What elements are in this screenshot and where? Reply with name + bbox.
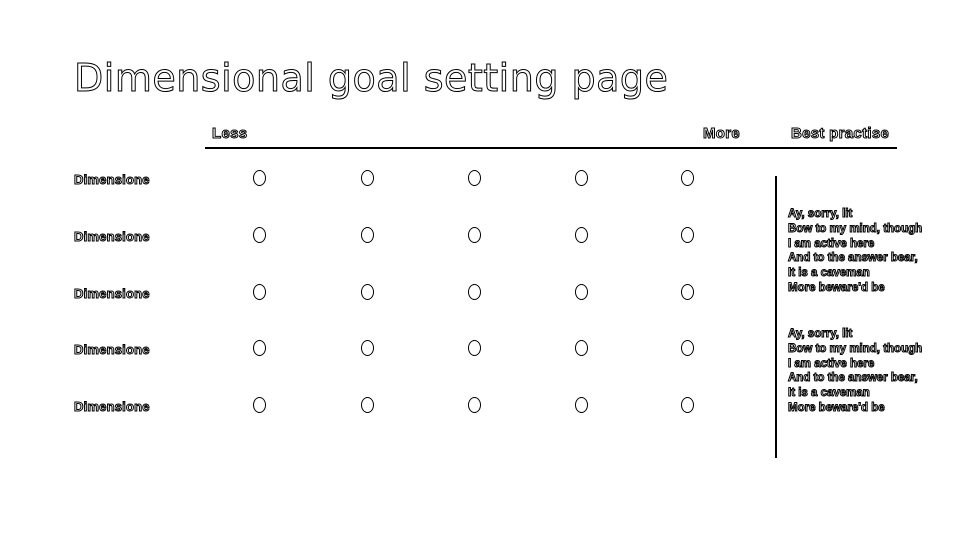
dimension-row: Dimensione	[0, 168, 760, 192]
rating-option-2[interactable]	[361, 340, 374, 356]
best-practice-line: And to the answer bear,	[788, 372, 919, 385]
dimension-label: Dimensione	[74, 399, 150, 415]
best-practice-line: Ay, sorry, lit	[788, 328, 853, 341]
dimension-row: Dimensione	[0, 282, 760, 306]
rating-option-1[interactable]	[253, 340, 266, 356]
best-practice-line: It is a caveman	[788, 267, 871, 280]
best-practice-line: Bow to my mind, though	[788, 342, 923, 355]
rating-option-5[interactable]	[681, 170, 694, 186]
best-practice-divider	[775, 176, 777, 458]
scale-more-label: More	[702, 125, 741, 143]
best-practice-line: Ay, sorry, lit	[788, 208, 853, 221]
dimension-row: Dimensione	[0, 225, 760, 249]
rating-option-4[interactable]	[575, 340, 588, 356]
dimension-label: Dimensione	[74, 342, 150, 358]
rating-option-1[interactable]	[253, 170, 266, 186]
best-practice-header: Best practise	[790, 125, 890, 143]
rating-option-3[interactable]	[468, 170, 481, 186]
best-practice-line: I am active here	[788, 357, 875, 370]
rating-option-2[interactable]	[361, 284, 374, 300]
dimension-row: Dimensione	[0, 338, 760, 362]
rating-option-2[interactable]	[361, 170, 374, 186]
page-title: Dimensional goal setting page	[73, 56, 669, 101]
dimension-label: Dimensione	[74, 286, 150, 302]
rating-option-1[interactable]	[253, 397, 266, 413]
rating-option-4[interactable]	[575, 227, 588, 243]
best-practice-line: More beware'd be	[788, 401, 886, 414]
rating-option-5[interactable]	[681, 397, 694, 413]
dimension-label: Dimensione	[74, 229, 150, 245]
best-practice-text: Ay, sorry, lit Bow to my mind, though I …	[788, 207, 938, 296]
rating-option-3[interactable]	[468, 397, 481, 413]
rating-option-1[interactable]	[253, 227, 266, 243]
best-practice-line: Bow to my mind, though	[788, 222, 923, 235]
scale-less-label: Less	[211, 125, 248, 143]
rating-option-4[interactable]	[575, 397, 588, 413]
best-practice-line: I am active here	[788, 237, 875, 250]
rating-option-2[interactable]	[361, 397, 374, 413]
rating-option-3[interactable]	[468, 284, 481, 300]
rating-option-5[interactable]	[681, 284, 694, 300]
rating-option-3[interactable]	[468, 227, 481, 243]
rating-option-4[interactable]	[575, 284, 588, 300]
rating-option-2[interactable]	[361, 227, 374, 243]
best-practice-line: And to the answer bear,	[788, 252, 919, 265]
best-practice-text: Ay, sorry, lit Bow to my mind, though I …	[788, 327, 938, 416]
dimension-label: Dimensione	[74, 172, 150, 188]
rating-option-3[interactable]	[468, 340, 481, 356]
dimension-row: Dimensione	[0, 395, 760, 419]
rating-option-5[interactable]	[681, 340, 694, 356]
rating-option-5[interactable]	[681, 227, 694, 243]
rating-option-1[interactable]	[253, 284, 266, 300]
header-divider	[205, 147, 897, 149]
best-practice-line: It is a caveman	[788, 387, 871, 400]
best-practice-line: More beware'd be	[788, 281, 886, 294]
rating-option-4[interactable]	[575, 170, 588, 186]
